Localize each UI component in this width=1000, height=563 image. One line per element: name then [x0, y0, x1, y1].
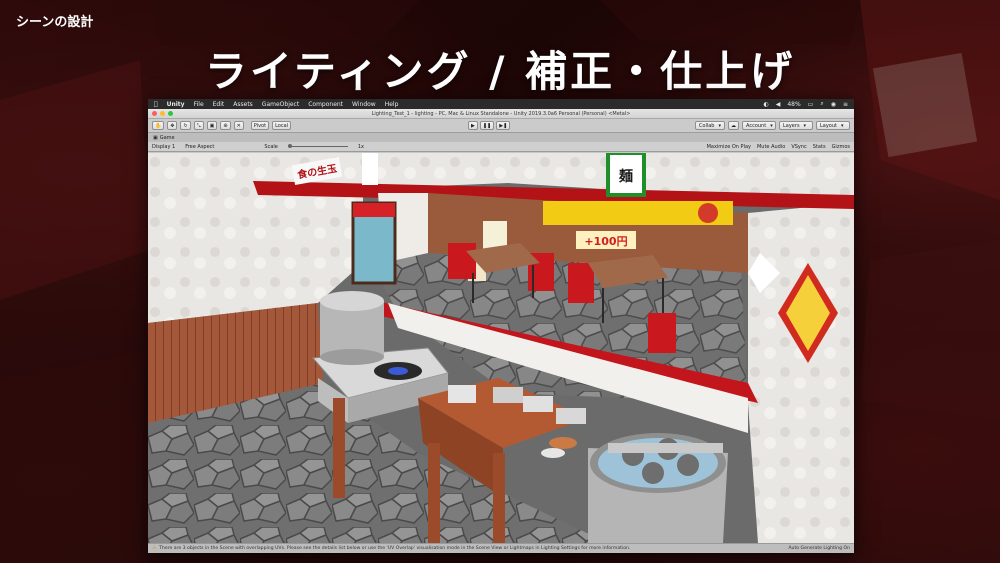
menu-file[interactable]: File	[194, 101, 204, 108]
stats-toggle[interactable]: Stats	[813, 144, 826, 150]
vsync-toggle[interactable]: VSync	[791, 144, 806, 150]
status-message[interactable]: There are 3 objects in the Scene with ov…	[159, 546, 630, 551]
scale-label: Scale	[264, 143, 278, 150]
cloud-icon[interactable]: ☁	[728, 121, 739, 130]
pivot-toggle[interactable]: Pivot	[250, 121, 270, 130]
window-title: Lighting_Test_1 - lighting - PC, Mac & L…	[371, 110, 631, 117]
scale-tool-icon[interactable]: ⤡	[193, 121, 204, 130]
gizmos-dropdown[interactable]: Gizmos	[832, 144, 850, 150]
game-viewport[interactable]: 麺 食の生玉 +100円	[148, 153, 854, 543]
menu-assets[interactable]: Assets	[233, 101, 253, 108]
volume-icon[interactable]: ◀	[776, 101, 781, 108]
collab-dropdown[interactable]: Collab ▾	[694, 121, 725, 130]
maximize-on-play-toggle[interactable]: Maximize On Play	[707, 144, 751, 150]
menu-component[interactable]: Component	[308, 101, 343, 108]
rotate-tool-icon[interactable]: ↻	[180, 121, 191, 130]
mute-audio-toggle[interactable]: Mute Audio	[757, 144, 785, 150]
slide-title: ライティング / 補正・仕上げ	[204, 47, 796, 96]
svg-text:麺: 麺	[618, 168, 633, 185]
toolbar-right: Collab ▾ ☁ Account ▾ Layers ▾ Layout ▾	[694, 121, 850, 130]
game-tab-icon: ▣	[153, 134, 158, 141]
wifi-icon[interactable]: ◐	[763, 101, 768, 108]
step-button[interactable]: ▶❚	[496, 121, 511, 130]
aspect-dropdown[interactable]: Free Aspect	[185, 144, 214, 150]
play-button[interactable]: ▶	[468, 121, 478, 130]
layers-dropdown[interactable]: Layers ▾	[779, 121, 813, 130]
menu-help[interactable]: Help	[385, 101, 399, 108]
auto-generate-lighting: Auto Generate Lighting On	[788, 546, 850, 551]
menu-gameobject[interactable]: GameObject	[262, 101, 299, 108]
game-tab[interactable]: ▣ Game	[148, 133, 854, 142]
menu-window[interactable]: Window	[352, 101, 376, 108]
status-bar: ⚠ There are 3 objects in the Scene with …	[148, 543, 854, 553]
account-label: Account	[746, 122, 767, 129]
pivot-label: Pivot	[253, 122, 267, 129]
account-dropdown[interactable]: Account ▾	[742, 121, 776, 130]
apple-icon[interactable]: 	[154, 101, 158, 108]
menu-edit[interactable]: Edit	[213, 101, 225, 108]
slide-section-label: シーンの設計	[16, 15, 94, 30]
restaurant-scene: 麺 食の生玉 +100円	[148, 153, 854, 543]
search-icon[interactable]: ⌕	[820, 100, 823, 108]
layout-label: Layout	[820, 122, 837, 129]
layout-dropdown[interactable]: Layout ▾	[816, 121, 850, 130]
local-toggle[interactable]: Local	[272, 121, 292, 130]
battery-icon[interactable]: ▭	[808, 101, 814, 108]
game-tab-label: Game	[159, 134, 175, 141]
warning-icon: ⚠	[152, 546, 157, 551]
battery-percent: 48%	[787, 100, 801, 108]
mac-menubar:  Unity File Edit Assets GameObject Comp…	[148, 99, 854, 109]
game-view-options: Maximize On Play Mute Audio VSync Stats …	[707, 144, 850, 150]
rect-tool-icon[interactable]: ▣	[206, 121, 218, 130]
collab-label: Collab	[698, 122, 715, 129]
pause-button[interactable]: ❚❚	[479, 121, 495, 130]
scale-slider[interactable]	[287, 144, 348, 148]
menu-list-icon[interactable]: ≡	[843, 101, 848, 108]
display-dropdown[interactable]: Display 1	[152, 144, 175, 150]
game-view-bar: Display 1 Free Aspect Scale 1x Maximize …	[148, 142, 854, 152]
move-tool-icon[interactable]: ✥	[167, 121, 178, 130]
scale-value: 1x	[357, 143, 364, 150]
menubar-status: ◐ ◀ 48% ▭ ⌕ ◉ ≡	[763, 100, 848, 108]
window-titlebar: Lighting_Test_1 - lighting - PC, Mac & L…	[148, 109, 854, 119]
unity-toolbar: ✋ ✥ ↻ ⤡ ▣ ⊕ ✕ Pivot Local ▶ ❚❚ ▶❚ Collab…	[148, 119, 854, 133]
menu-app-name[interactable]: Unity	[167, 101, 185, 108]
layers-label: Layers	[783, 122, 800, 129]
siri-icon[interactable]: ◉	[831, 101, 836, 108]
hand-tool-icon[interactable]: ✋	[152, 121, 165, 130]
unity-window:  Unity File Edit Assets GameObject Comp…	[148, 99, 854, 553]
playback-controls: ▶ ❚❚ ▶❚	[468, 121, 511, 130]
price-tag-text: +100円	[584, 235, 627, 248]
local-label: Local	[275, 122, 289, 129]
custom-tool-icon[interactable]: ✕	[233, 121, 244, 130]
transform-tool-icon[interactable]: ⊕	[220, 121, 231, 130]
